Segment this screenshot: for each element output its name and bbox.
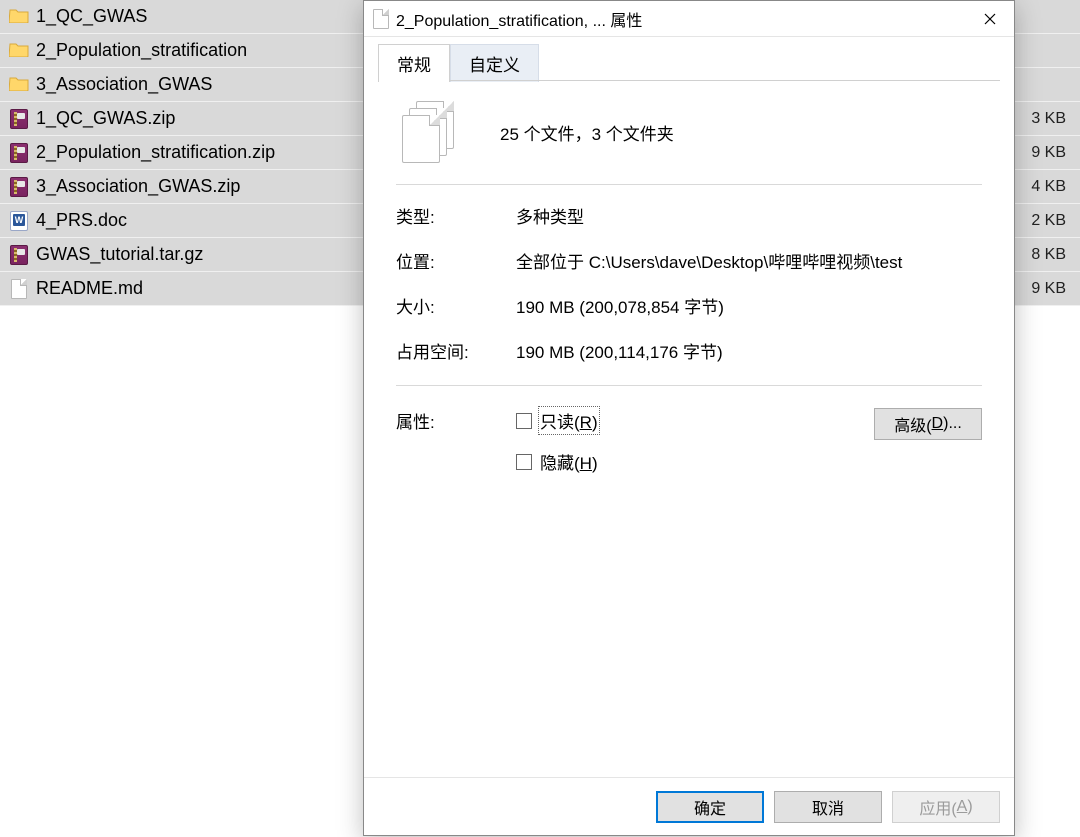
tab-general[interactable]: 常规 (378, 44, 450, 82)
archive-icon (8, 244, 30, 266)
word-doc-icon (8, 210, 30, 232)
archive-icon (8, 142, 30, 164)
file-size: 3 KB (1012, 110, 1080, 128)
file-size: 9 KB (1012, 144, 1080, 162)
checkbox-hidden[interactable]: 隐藏(H) (516, 449, 874, 474)
file-size: 2 KB (1012, 212, 1080, 230)
dialog-body: 常规 自定义 25 个文件，3 个文件夹 类型: 多种类型 位置: 全部位于 C… (364, 37, 1014, 777)
label-location: 位置: (396, 248, 516, 273)
close-icon (984, 13, 996, 25)
close-button[interactable] (966, 1, 1014, 37)
file-icon (8, 278, 30, 300)
ok-button[interactable]: 确定 (656, 791, 764, 823)
tab-custom[interactable]: 自定义 (450, 44, 539, 82)
archive-icon (8, 176, 30, 198)
folder-icon (8, 6, 30, 28)
archive-icon (8, 108, 30, 130)
label-attributes: 属性: (396, 408, 516, 433)
value-size: 190 MB (200,078,854 字节) (516, 293, 982, 318)
file-icon (372, 9, 390, 29)
multi-file-icon (402, 101, 460, 165)
file-size: 9 KB (1012, 280, 1080, 298)
file-size: 8 KB (1012, 246, 1080, 264)
value-size-on-disk: 190 MB (200,114,176 字节) (516, 338, 982, 363)
file-count-summary: 25 个文件，3 个文件夹 (500, 120, 674, 145)
attributes-section: 属性: 只读(R) 隐藏(H) 高级(D)... (396, 386, 982, 474)
checkbox-readonly[interactable]: 只读(R) (516, 408, 874, 433)
properties-grid: 类型: 多种类型 位置: 全部位于 C:\Users\dave\Desktop\… (396, 203, 982, 386)
value-location: 全部位于 C:\Users\dave\Desktop\哔哩哔哩视频\test (516, 248, 982, 273)
overview-row: 25 个文件，3 个文件夹 (396, 99, 982, 185)
apply-button[interactable]: 应用(A) (892, 791, 1000, 823)
label-size-on-disk: 占用空间: (396, 338, 516, 363)
checkbox-box-icon (516, 454, 532, 470)
checkbox-box-icon (516, 413, 532, 429)
checkbox-readonly-label: 只读(R) (540, 408, 598, 433)
folder-icon (8, 40, 30, 62)
properties-dialog: 2_Population_stratification, ... 属性 常规 自… (363, 0, 1015, 836)
tab-panel-general: 25 个文件，3 个文件夹 类型: 多种类型 位置: 全部位于 C:\Users… (378, 81, 1000, 474)
value-type: 多种类型 (516, 203, 982, 228)
advanced-button[interactable]: 高级(D)... (874, 408, 982, 440)
file-size: 4 KB (1012, 178, 1080, 196)
tab-strip: 常规 自定义 (378, 47, 1000, 81)
label-type: 类型: (396, 203, 516, 228)
folder-icon (8, 74, 30, 96)
checkbox-hidden-label: 隐藏(H) (540, 449, 598, 474)
cancel-button[interactable]: 取消 (774, 791, 882, 823)
dialog-title: 2_Population_stratification, ... 属性 (396, 7, 966, 31)
dialog-titlebar[interactable]: 2_Population_stratification, ... 属性 (364, 1, 1014, 37)
dialog-footer: 确定 取消 应用(A) (364, 777, 1014, 835)
label-size: 大小: (396, 293, 516, 318)
